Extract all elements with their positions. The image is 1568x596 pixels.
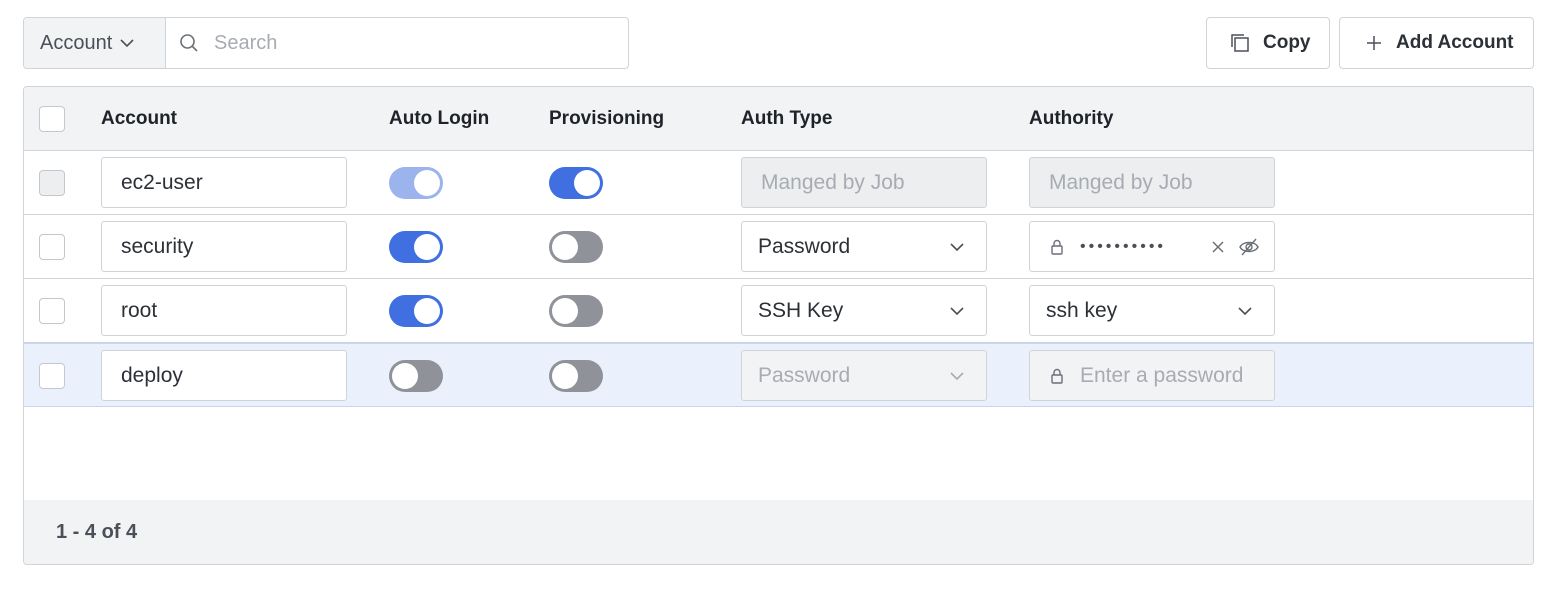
- filter-search-group: Account: [23, 17, 629, 69]
- copy-icon: [1231, 34, 1249, 52]
- authority-value: Manged by Job: [1049, 170, 1193, 194]
- column-header-auto-login[interactable]: Auto Login: [389, 87, 489, 151]
- auto-login-toggle[interactable]: [389, 295, 443, 327]
- column-header-provisioning[interactable]: Provisioning: [549, 87, 664, 151]
- account-name-input[interactable]: ec2-user: [101, 157, 347, 208]
- chevron-down-icon: [950, 306, 964, 315]
- auth-type-value: Password: [758, 234, 851, 258]
- auth-type-select: Password: [741, 350, 987, 401]
- auto-login-toggle[interactable]: [389, 231, 443, 263]
- lock-icon: [1051, 368, 1063, 384]
- provisioning-toggle[interactable]: [549, 167, 603, 199]
- search-input[interactable]: [214, 31, 594, 55]
- row-checkbox[interactable]: [39, 170, 65, 196]
- auth-type-value: SSH Key: [758, 298, 844, 322]
- pagination-summary: 1 - 4 of 4: [56, 521, 138, 543]
- eye-off-icon[interactable]: [1238, 236, 1260, 258]
- auth-type-value: Manged by Job: [761, 170, 905, 194]
- select-all-checkbox[interactable]: [39, 106, 65, 132]
- password-value: ••••••••••: [1080, 237, 1167, 255]
- auto-login-toggle[interactable]: [389, 360, 443, 392]
- authority-value: ssh key: [1046, 298, 1118, 322]
- table-header: Account Auto Login Provisioning Auth Typ…: [24, 87, 1533, 151]
- lock-icon: [1051, 239, 1063, 255]
- auth-type-select[interactable]: Password: [741, 221, 987, 272]
- chevron-down-icon: [120, 39, 134, 48]
- filter-field-label: Account: [40, 31, 113, 54]
- row-checkbox[interactable]: [39, 363, 65, 389]
- column-header-authority[interactable]: Authority: [1029, 87, 1113, 151]
- ssh-key-select[interactable]: ssh key: [1029, 285, 1275, 336]
- row-checkbox[interactable]: [39, 298, 65, 324]
- auto-login-toggle: [389, 167, 443, 199]
- column-header-auth-type[interactable]: Auth Type: [741, 87, 832, 151]
- table-row: security Password ••••••••••: [24, 215, 1533, 279]
- filter-field-select[interactable]: Account: [24, 18, 166, 68]
- chevron-down-icon: [950, 242, 964, 251]
- copy-button[interactable]: Copy: [1206, 17, 1330, 69]
- auth-type-field: Manged by Job: [741, 157, 987, 208]
- plus-icon: [1367, 36, 1381, 50]
- password-field[interactable]: Enter a password: [1029, 350, 1275, 401]
- chevron-down-icon: [950, 371, 964, 380]
- authority-field: Manged by Job: [1029, 157, 1275, 208]
- row-checkbox[interactable]: [39, 234, 65, 260]
- account-name-input[interactable]: deploy: [101, 350, 347, 401]
- table-footer: 1 - 4 of 4: [24, 500, 1533, 564]
- copy-button-label: Copy: [1263, 32, 1311, 53]
- clear-icon[interactable]: [1210, 239, 1226, 255]
- account-name-input[interactable]: root: [101, 285, 347, 336]
- auth-type-select[interactable]: SSH Key: [741, 285, 987, 336]
- column-header-account[interactable]: Account: [101, 87, 177, 151]
- provisioning-toggle[interactable]: [549, 295, 603, 327]
- account-name-input[interactable]: security: [101, 221, 347, 272]
- table-row: ec2-user Manged by Job Manged by Job: [24, 151, 1533, 215]
- auth-type-value: Password: [758, 363, 851, 387]
- search-box: [166, 18, 628, 68]
- add-account-button[interactable]: Add Account: [1339, 17, 1534, 69]
- provisioning-toggle[interactable]: [549, 231, 603, 263]
- chevron-down-icon: [1238, 306, 1252, 315]
- provisioning-toggle[interactable]: [549, 360, 603, 392]
- password-field[interactable]: ••••••••••: [1029, 221, 1275, 272]
- table-row: root SSH Key ssh key: [24, 279, 1533, 343]
- accounts-table: Account Auto Login Provisioning Auth Typ…: [23, 86, 1534, 565]
- search-icon: [180, 34, 198, 52]
- add-account-label: Add Account: [1396, 32, 1514, 53]
- table-row: deploy Password Enter a password: [24, 343, 1533, 407]
- password-placeholder: Enter a password: [1080, 363, 1244, 387]
